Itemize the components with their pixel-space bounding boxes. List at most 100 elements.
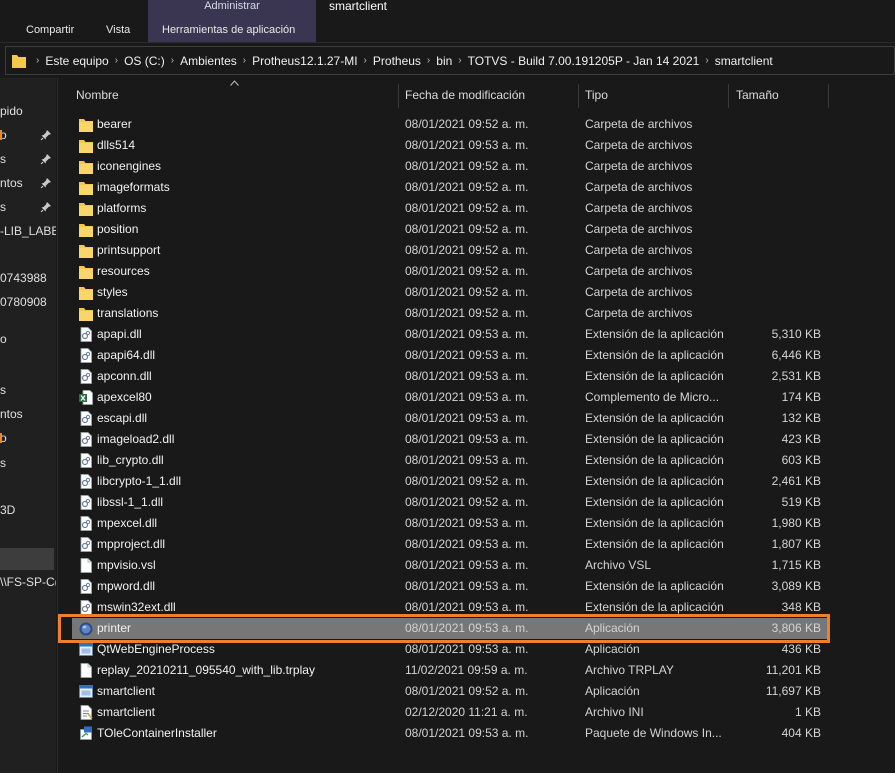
table-row[interactable]: mswin32ext.dll 08/01/2021 09:53 a. m. Exte… (72, 597, 829, 618)
table-row[interactable]: smartclient 08/01/2021 09:52 a. m. Aplicac… (72, 681, 829, 702)
table-row[interactable]: bearer 08/01/2021 09:52 a. m. Carpeta de a… (72, 114, 829, 135)
nav-item[interactable]: \\FS-SP-C( (0, 571, 56, 593)
table-row[interactable]: iconengines 08/01/2021 09:52 a. m. Carpeta… (72, 156, 829, 177)
file-name: platforms (97, 201, 147, 215)
file-date: 08/01/2021 09:52 a. m. (405, 243, 529, 257)
nav-item[interactable]: s (0, 196, 6, 218)
table-row[interactable]: imageformats 08/01/2021 09:52 a. m. Carpet… (72, 177, 829, 198)
table-row[interactable]: QtWebEngineProcess 08/01/2021 09:53 a. m.… (72, 639, 829, 660)
nav-item[interactable]: ntos (0, 172, 23, 194)
column-separator[interactable] (728, 84, 729, 108)
file-date: 08/01/2021 09:53 a. m. (405, 600, 529, 614)
chevron-right-icon[interactable]: › (699, 55, 714, 66)
table-row[interactable]: apexcel80 08/01/2021 09:53 a. m. Complemen… (72, 387, 829, 408)
table-row[interactable]: styles 08/01/2021 09:52 a. m. Carpeta de a… (72, 282, 829, 303)
file-type: Carpeta de archivos (585, 306, 693, 320)
nav-selected-item[interactable] (0, 548, 54, 570)
table-row[interactable]: platforms 08/01/2021 09:52 a. m. Carpeta d… (72, 198, 829, 219)
file-size: 3,806 KB (771, 621, 821, 635)
table-row[interactable]: mpexcel.dll 08/01/2021 09:53 a. m. Extensi… (72, 513, 829, 534)
file-date: 08/01/2021 09:53 a. m. (405, 432, 529, 446)
table-row[interactable]: mpword.dll 08/01/2021 09:53 a. m. Extensió… (72, 576, 829, 597)
breadcrumb-item[interactable]: bin (436, 54, 452, 68)
breadcrumb-item[interactable]: Protheus12.1.27-MI (252, 54, 357, 68)
table-row[interactable]: mpproject.dll 08/01/2021 09:53 a. m. Exten… (72, 534, 829, 555)
file-type: Archivo TRPLAY (585, 663, 674, 677)
dll-file-icon (80, 453, 92, 468)
chevron-right-icon[interactable]: › (421, 55, 436, 66)
table-row[interactable]: apconn.dll 08/01/2021 09:53 a. m. Extensió… (72, 366, 829, 387)
nav-item[interactable]: s (0, 452, 6, 474)
dll-file-icon (80, 537, 92, 552)
file-size: 1,715 KB (771, 558, 821, 572)
nav-item[interactable]: -LIB_LABEL (0, 220, 56, 242)
chevron-right-icon[interactable]: › (358, 55, 373, 66)
tab-herramientas-de-aplicacion[interactable]: Herramientas de aplicación (162, 20, 295, 40)
breadcrumb-item[interactable]: Este equipo (45, 54, 108, 68)
tab-compartir[interactable]: Compartir (26, 20, 74, 40)
printer-app-icon (79, 622, 93, 636)
chevron-right-icon[interactable]: › (452, 55, 467, 66)
column-header-date[interactable]: Fecha de modificación (405, 84, 525, 106)
folder-icon (79, 203, 93, 216)
table-row[interactable]: lib_crypto.dll 08/01/2021 09:53 a. m. Exte… (72, 450, 829, 471)
table-row[interactable]: libcrypto-1_1.dll 08/01/2021 09:52 a. m. E… (72, 471, 829, 492)
nav-item[interactable]: o (0, 328, 7, 350)
breadcrumb-item[interactable]: OS (C:) (124, 54, 165, 68)
table-row[interactable]: smartclient 02/12/2020 11:21 a. m. Archivo… (72, 702, 829, 723)
breadcrumb-item[interactable]: Ambientes (180, 54, 237, 68)
folder-icon (79, 119, 93, 132)
column-separator[interactable] (578, 84, 579, 108)
file-size: 348 KB (781, 600, 821, 614)
table-row-selected[interactable]: printer 08/01/2021 09:53 a. m. Aplicación 3… (72, 618, 829, 639)
address-bar[interactable]: › Este equipo › OS (C:) › Ambientes › Protheus1… (5, 46, 895, 75)
chevron-right-icon[interactable]: › (30, 55, 45, 66)
column-header-type[interactable]: Tipo (585, 84, 608, 106)
column-separator[interactable] (398, 84, 399, 108)
chevron-right-icon[interactable]: › (237, 55, 252, 66)
table-row[interactable]: escapi.dll 08/01/2021 09:53 a. m. Extensió… (72, 408, 829, 429)
nav-item[interactable]: 0743988 (0, 267, 47, 289)
file-name: dlls514 (97, 138, 136, 152)
table-row[interactable]: TOleContainerInstaller 08/01/2021 09:53 a… (72, 723, 829, 744)
breadcrumb-item[interactable]: smartclient (715, 54, 773, 68)
file-date: 08/01/2021 09:53 a. m. (405, 516, 529, 530)
file-name: smartclient (97, 684, 156, 698)
file-name: apapi64.dll (97, 348, 156, 362)
breadcrumb-item[interactable]: Protheus (373, 54, 421, 68)
table-row[interactable]: printsupport 08/01/2021 09:52 a. m. Carpet… (72, 240, 829, 261)
tab-vista[interactable]: Vista (106, 20, 130, 40)
nav-item[interactable]: 3D (0, 499, 15, 521)
file-type: Aplicación (585, 642, 640, 656)
folder-icon (79, 224, 93, 237)
nav-item[interactable]: 0780908 (0, 291, 47, 313)
breadcrumb-item[interactable]: TOTVS - Build 7.00.191205P - Jan 14 2021 (468, 54, 700, 68)
nav-item[interactable]: s (0, 379, 6, 401)
dll-file-icon (80, 579, 92, 594)
column-header-name[interactable]: Nombre (76, 84, 119, 106)
context-tab-title[interactable]: Administrar (148, 0, 316, 14)
table-row[interactable]: translations 08/01/2021 09:52 a. m. Carpet… (72, 303, 829, 324)
table-row[interactable]: replay_20210211_095540_with_lib.trplay 11… (72, 660, 829, 681)
chevron-right-icon[interactable]: › (109, 55, 124, 66)
file-date: 08/01/2021 09:53 a. m. (405, 411, 529, 425)
nav-item[interactable]: s (0, 148, 6, 170)
table-row[interactable]: apapi64.dll 08/01/2021 09:53 a. m. Extensi… (72, 345, 829, 366)
file-name: imageformats (97, 180, 170, 194)
nav-item[interactable]: pido (0, 100, 23, 122)
chevron-right-icon[interactable]: › (165, 55, 180, 66)
file-date: 08/01/2021 09:52 a. m. (405, 495, 529, 509)
table-row[interactable]: libssl-1_1.dll 08/01/2021 09:52 a. m. Exte… (72, 492, 829, 513)
column-header-size[interactable]: Tamaño (736, 84, 779, 106)
file-type: Archivo INI (585, 705, 644, 719)
table-row[interactable]: apapi.dll 08/01/2021 09:53 a. m. Extensión… (72, 324, 829, 345)
table-row[interactable]: position 08/01/2021 09:52 a. m. Carpeta de… (72, 219, 829, 240)
nav-item[interactable]: ntos (0, 403, 23, 425)
table-row[interactable]: mpvisio.vsl 08/01/2021 09:53 a. m. Archivo… (72, 555, 829, 576)
table-row[interactable]: dlls514 08/01/2021 09:53 a. m. Carpeta de … (72, 135, 829, 156)
pane-divider[interactable] (57, 78, 58, 773)
table-row[interactable]: imageload2.dll 08/01/2021 09:53 a. m. Exte… (72, 429, 829, 450)
file-size: 1,980 KB (771, 516, 821, 530)
column-separator[interactable] (828, 84, 829, 108)
table-row[interactable]: resources 08/01/2021 09:52 a. m. Carpeta d… (72, 261, 829, 282)
